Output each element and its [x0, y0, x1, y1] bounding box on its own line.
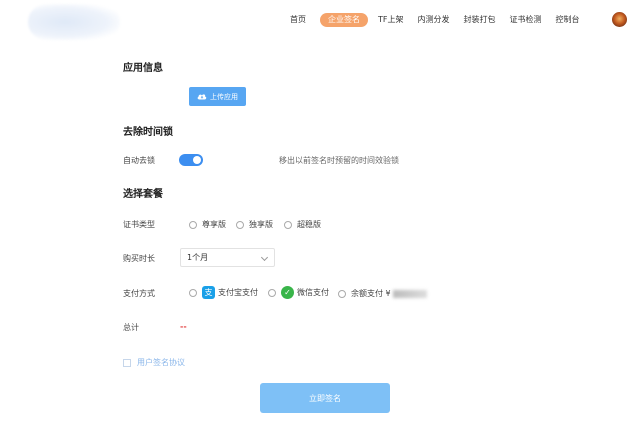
auto-unlock-toggle[interactable]	[179, 154, 203, 166]
pay-option-label: 余额支付 ¥	[351, 289, 391, 298]
agreement-row[interactable]: 用户签名协议	[123, 357, 185, 368]
cert-type-label: 证书类型	[123, 220, 155, 229]
cert-option-label: 超稳版	[297, 220, 321, 229]
duration-label: 购买时长	[123, 254, 155, 263]
pay-option-alipay[interactable]: 支 支付宝支付	[189, 286, 258, 299]
auto-unlock-label: 自动去锁	[123, 156, 155, 165]
cert-option-premium[interactable]: 尊享版	[189, 219, 226, 230]
upload-app-button[interactable]: 上传应用	[189, 87, 246, 106]
user-avatar[interactable]	[612, 12, 627, 27]
radio-icon	[189, 288, 197, 297]
sign-now-button[interactable]: 立即签名	[260, 383, 390, 413]
nav-beta-distribution[interactable]: 内测分发	[418, 13, 450, 27]
pay-option-label: 微信支付	[297, 288, 329, 297]
pay-option-label: 支付宝支付	[218, 288, 258, 297]
upload-app-label: 上传应用	[210, 92, 238, 101]
radio-icon	[338, 289, 346, 298]
cert-option-stable[interactable]: 超稳版	[284, 219, 321, 230]
remove-lock-title: 去除时间锁	[123, 127, 173, 138]
nav-tf-publish[interactable]: TF上架	[378, 13, 404, 27]
duration-value: 1个月	[187, 253, 209, 262]
cert-option-label: 尊享版	[202, 220, 226, 229]
toggle-knob	[193, 156, 201, 164]
chevron-down-icon	[260, 253, 269, 262]
duration-select[interactable]: 1个月	[180, 248, 275, 267]
site-logo[interactable]	[28, 4, 120, 40]
agreement-checkbox[interactable]	[123, 358, 131, 367]
pay-option-wechat[interactable]: ✓ 微信支付	[268, 286, 329, 299]
nav-package-wrap[interactable]: 封装打包	[464, 13, 496, 27]
payment-label: 支付方式	[123, 289, 155, 298]
radio-icon	[236, 220, 244, 229]
unlock-description: 移出以前签名时预留的时间效验锁	[279, 156, 399, 165]
radio-icon	[189, 220, 197, 229]
nav-console[interactable]: 控制台	[556, 13, 580, 27]
total-value: --	[180, 322, 187, 331]
cloud-upload-icon	[197, 94, 207, 100]
nav-enterprise-sign[interactable]: 企业签名	[320, 13, 368, 27]
balance-amount-redacted	[392, 289, 427, 298]
nav-home[interactable]: 首页	[290, 13, 306, 27]
wechat-pay-icon: ✓	[281, 286, 294, 299]
pay-option-balance[interactable]: 余额支付 ¥	[338, 288, 427, 299]
cert-option-exclusive[interactable]: 独享版	[236, 219, 273, 230]
top-nav: 首页 企业签名 TF上架 内测分发 封装打包 证书检测 控制台	[290, 13, 594, 27]
app-info-title: 应用信息	[123, 63, 163, 74]
nav-cert-check[interactable]: 证书检测	[510, 13, 542, 27]
cert-option-label: 独享版	[249, 220, 273, 229]
package-title: 选择套餐	[123, 189, 163, 200]
radio-icon	[284, 220, 292, 229]
agreement-link[interactable]: 用户签名协议	[137, 357, 185, 368]
alipay-icon: 支	[202, 286, 215, 299]
total-label: 总计	[123, 323, 139, 332]
radio-icon	[268, 288, 276, 297]
